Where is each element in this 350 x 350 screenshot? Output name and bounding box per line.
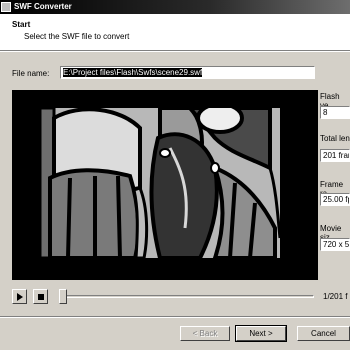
footer-divider [0,316,350,318]
frame-counter: 1/201 f [323,292,348,301]
play-icon [16,293,23,301]
wizard-header: Start Select the SWF file to convert [0,14,350,50]
video-frame-image [40,108,280,258]
window-title: SWF Converter [14,2,72,11]
title-bar: SWF Converter [0,0,350,14]
movie-size-field: 720 x 57 [320,238,350,251]
step-title: Start [12,20,31,29]
step-subtitle: Select the SWF file to convert [24,32,130,41]
total-length-label: Total len [320,134,350,143]
header-divider [0,50,350,52]
frame-slider-track[interactable] [62,295,314,298]
preview-panel [12,90,318,280]
frame-slider-thumb[interactable] [59,289,68,304]
flash-version-field: 8 [320,106,350,119]
total-length-field: 201 fram [320,149,350,162]
stop-icon [37,294,44,300]
file-name-label: File name: [12,69,50,78]
file-name-field[interactable]: E:\Project files\Flash\Swfs\scene29.swf [60,66,315,79]
app-icon [1,2,11,12]
back-button[interactable]: < Back [180,326,230,341]
next-button[interactable]: Next > [235,325,287,342]
video-preview [40,108,280,258]
stop-button[interactable] [33,289,48,304]
file-name-value: E:\Project files\Flash\Swfs\scene29.swf [63,68,203,77]
play-button[interactable] [12,289,27,304]
cancel-button[interactable]: Cancel [297,326,350,341]
frame-rate-field: 25.00 fp [320,193,350,206]
